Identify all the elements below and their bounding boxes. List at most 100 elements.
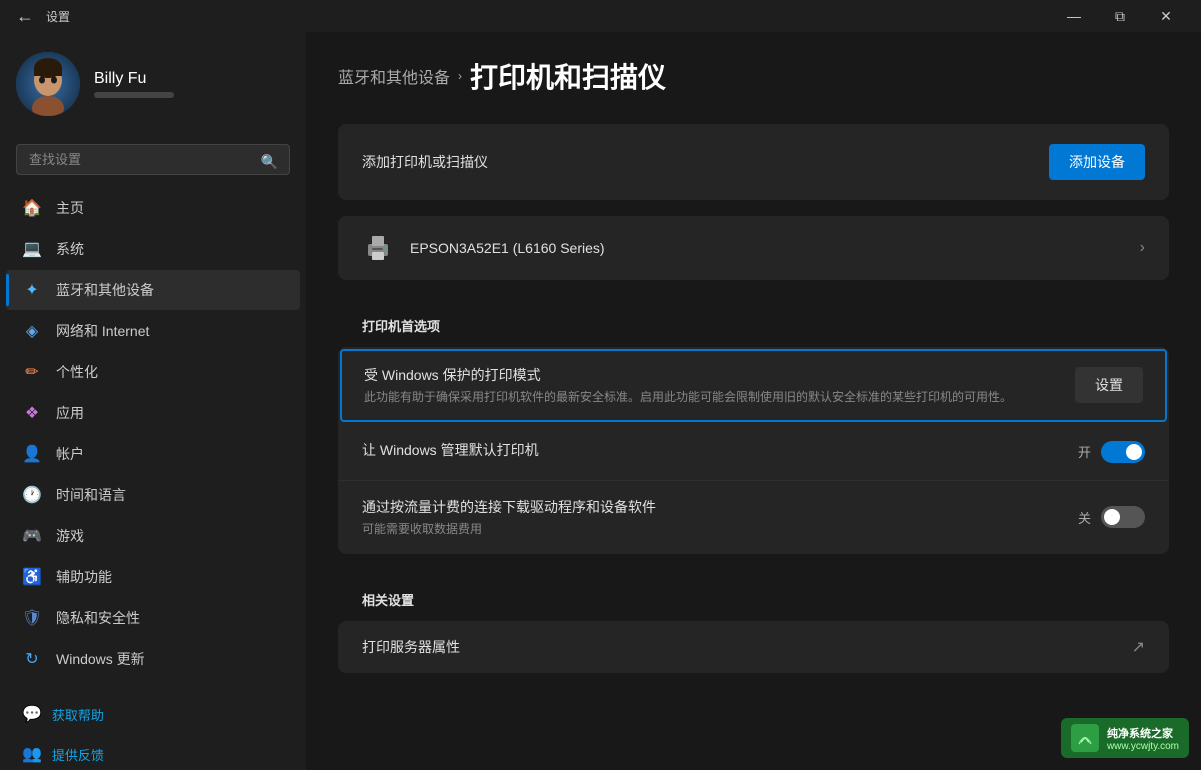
close-button[interactable]: ✕ (1143, 0, 1189, 32)
printer-name: EPSON3A52E1 (L6160 Series) (410, 240, 605, 256)
sidebar-item-account[interactable]: 👤 帐户 (6, 434, 300, 474)
nav-label-privacy: 隐私和安全性 (56, 608, 140, 628)
setting-title-windows-protected: 受 Windows 保护的打印模式 (364, 365, 1059, 385)
add-device-button[interactable]: 添加设备 (1049, 144, 1145, 180)
nav-label-gaming: 游戏 (56, 526, 84, 546)
sidebar-footer: 💬 获取帮助 👥 提供反馈 (0, 680, 306, 770)
sidebar-item-network[interactable]: ◈ 网络和 Internet (6, 311, 300, 351)
avatar (16, 52, 80, 116)
sidebar-item-update[interactable]: ↻ Windows 更新 (6, 639, 300, 679)
titlebar-left: ← 设置 (12, 2, 70, 31)
settings-section: 受 Windows 保护的打印模式 此功能有助于确保采用打印机软件的最新安全标准… (338, 347, 1169, 554)
page-title: 打印机和扫描仪 (470, 56, 666, 96)
footer-label-help: 获取帮助 (52, 705, 104, 724)
printer-left: EPSON3A52E1 (L6160 Series) (362, 232, 605, 264)
breadcrumb-parent: 蓝牙和其他设备 (338, 64, 450, 88)
footer-label-feedback: 提供反馈 (52, 745, 104, 764)
nav-icon-gaming: 🎮 (22, 526, 42, 546)
nav-label-network: 网络和 Internet (56, 321, 149, 341)
user-name: Billy Fu (94, 70, 174, 88)
setting-title-metered: 通过按流量计费的连接下载驱动程序和设备软件 (362, 497, 1062, 517)
avatar-inner (16, 52, 80, 116)
nav-label-account: 帐户 (56, 444, 84, 464)
titlebar-title: 设置 (46, 8, 70, 25)
nav-label-home: 主页 (56, 198, 84, 218)
footer-link-help[interactable]: 💬 获取帮助 (16, 696, 290, 732)
sidebar-item-apps[interactable]: ❖ 应用 (6, 393, 300, 433)
toggle-metered[interactable] (1101, 506, 1145, 528)
setting-title-manage-default: 让 Windows 管理默认打印机 (362, 440, 1062, 460)
setting-btn-windows-protected[interactable]: 设置 (1075, 367, 1143, 403)
sidebar: Billy Fu 🔍 🏠 主页 💻 系统 ✦ 蓝牙和其他设备 ◈ 网络和 Int… (0, 32, 306, 770)
setting-control-windows-protected: 设置 (1075, 367, 1143, 403)
external-link-icon: ↗ (1132, 637, 1145, 657)
watermark-line1: 纯净系统之家 (1107, 725, 1179, 741)
add-device-row: 添加打印机或扫描仪 添加设备 (338, 124, 1169, 200)
setting-desc-windows-protected: 此功能有助于确保采用打印机软件的最新安全标准。启用此功能可能会限制使用旧的默认安… (364, 389, 1059, 406)
footer-link-feedback[interactable]: 👥 提供反馈 (16, 736, 290, 770)
nav-label-apps: 应用 (56, 403, 84, 423)
toggle-manage-default[interactable] (1101, 441, 1145, 463)
sidebar-item-time[interactable]: 🕐 时间和语言 (6, 475, 300, 515)
setting-text-metered: 通过按流量计费的连接下载驱动程序和设备软件 可能需要收取数据费用 (362, 497, 1078, 538)
watermark-text: 纯净系统之家 www.ycwjty.com (1107, 725, 1179, 752)
add-device-section: 添加打印机或扫描仪 添加设备 (338, 124, 1169, 200)
toggle-label-metered: 关 (1078, 508, 1091, 527)
nav-icon-personal: ✏ (22, 362, 42, 382)
printer-row[interactable]: EPSON3A52E1 (L6160 Series) › (338, 216, 1169, 280)
toggle-knob-metered (1104, 509, 1120, 525)
setting-text-windows-protected: 受 Windows 保护的打印模式 此功能有助于确保采用打印机软件的最新安全标准… (364, 365, 1075, 406)
main-content: 蓝牙和其他设备 › 打印机和扫描仪 添加打印机或扫描仪 添加设备 (306, 32, 1201, 770)
setting-row-manage-default: 让 Windows 管理默认打印机 开 (338, 424, 1169, 481)
nav-icon-account: 👤 (22, 444, 42, 464)
watermark-line2: www.ycwjty.com (1107, 741, 1179, 752)
search-container: 🔍 (0, 136, 306, 187)
nav-icon-home: 🏠 (22, 198, 42, 218)
related-item-print-server[interactable]: 打印服务器属性 ↗ (338, 621, 1169, 673)
user-info: Billy Fu (94, 70, 174, 98)
search-input[interactable] (16, 144, 290, 175)
toggle-label-manage-default: 开 (1078, 442, 1091, 461)
sidebar-item-access[interactable]: ♿ 辅助功能 (6, 557, 300, 597)
nav-label-personal: 个性化 (56, 362, 98, 382)
nav-icon-privacy: 🛡 (22, 608, 42, 628)
nav-icon-access: ♿ (22, 567, 42, 587)
avatar-svg (16, 52, 80, 116)
watermark-logo (1071, 724, 1099, 752)
nav-icon-apps: ❖ (22, 403, 42, 423)
user-bar (94, 92, 174, 98)
sidebar-item-personal[interactable]: ✏ 个性化 (6, 352, 300, 392)
setting-row-metered: 通过按流量计费的连接下载驱动程序和设备软件 可能需要收取数据费用 关 (338, 481, 1169, 554)
setting-desc-metered: 可能需要收取数据费用 (362, 521, 1062, 538)
sidebar-item-gaming[interactable]: 🎮 游戏 (6, 516, 300, 556)
nav-icon-time: 🕐 (22, 485, 42, 505)
setting-text-manage-default: 让 Windows 管理默认打印机 (362, 440, 1078, 464)
nav-icon-update: ↻ (22, 649, 42, 669)
search-icon: 🔍 (261, 153, 278, 170)
sidebar-item-system[interactable]: 💻 系统 (6, 229, 300, 269)
nav-icon-bluetooth: ✦ (22, 280, 42, 300)
printer-icon (362, 232, 394, 264)
related-settings-header: 相关设置 (338, 570, 1169, 621)
nav-icon-system: 💻 (22, 239, 42, 259)
footer-icon-feedback: 👥 (22, 744, 42, 764)
maximize-button[interactable]: ⧉ (1097, 0, 1143, 32)
watermark: 纯净系统之家 www.ycwjty.com (1061, 718, 1189, 758)
titlebar: ← 设置 — ⧉ ✕ (0, 0, 1201, 32)
related-label-print-server: 打印服务器属性 (362, 637, 460, 657)
nav-label-update: Windows 更新 (56, 649, 145, 669)
user-profile: Billy Fu (0, 32, 306, 136)
app-body: Billy Fu 🔍 🏠 主页 💻 系统 ✦ 蓝牙和其他设备 ◈ 网络和 Int… (0, 32, 1201, 770)
sidebar-item-privacy[interactable]: 🛡 隐私和安全性 (6, 598, 300, 638)
nav-label-access: 辅助功能 (56, 567, 112, 587)
nav-label-bluetooth: 蓝牙和其他设备 (56, 280, 154, 300)
setting-row-windows-protected: 受 Windows 保护的打印模式 此功能有助于确保采用打印机软件的最新安全标准… (340, 349, 1167, 422)
back-button[interactable]: ← (12, 2, 38, 31)
minimize-button[interactable]: — (1051, 0, 1097, 32)
related-section: 打印服务器属性 ↗ (338, 621, 1169, 673)
sidebar-item-home[interactable]: 🏠 主页 (6, 188, 300, 228)
sidebar-nav: 🏠 主页 💻 系统 ✦ 蓝牙和其他设备 ◈ 网络和 Internet ✏ 个性化… (0, 187, 306, 680)
add-device-label: 添加打印机或扫描仪 (362, 152, 488, 172)
printer-list-section: EPSON3A52E1 (L6160 Series) › (338, 216, 1169, 280)
sidebar-item-bluetooth[interactable]: ✦ 蓝牙和其他设备 (6, 270, 300, 310)
